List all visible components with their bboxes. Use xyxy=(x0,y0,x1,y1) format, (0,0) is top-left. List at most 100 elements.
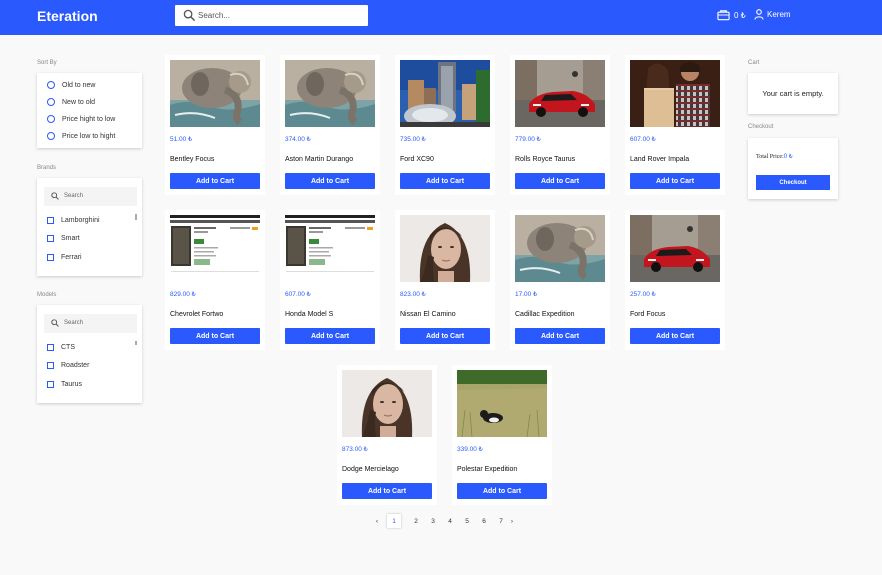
product-price: 735.00 ₺ xyxy=(400,136,426,143)
add-to-cart-button[interactable]: Add to Cart xyxy=(515,173,605,189)
product-price: 873.00 ₺ xyxy=(342,446,368,453)
brand-label: Ferrari xyxy=(61,254,82,261)
product-price: 607.00 ₺ xyxy=(285,291,311,298)
model-taurus[interactable]: Taurus xyxy=(47,381,82,388)
product-card[interactable]: 257.00 ₺ Ford Focus Add to Cart xyxy=(625,210,725,350)
cart-total: 0 ₺ xyxy=(734,10,746,20)
product-image[interactable] xyxy=(170,60,260,127)
checkout-panel: Total Price:0 ₺ Checkout xyxy=(748,138,838,199)
product-image[interactable] xyxy=(630,215,720,282)
wallet-icon xyxy=(717,10,730,21)
product-name[interactable]: Land Rover Impala xyxy=(630,156,689,163)
product-card[interactable]: 374.00 ₺ Aston Martin Durango Add to Car… xyxy=(280,55,380,195)
checkout-button[interactable]: Checkout xyxy=(756,175,830,190)
total-price: Total Price:0 ₺ xyxy=(756,153,793,160)
checkbox-icon xyxy=(47,217,54,224)
product-card[interactable]: 51.00 ₺ Bentley Focus Add to Cart xyxy=(165,55,265,195)
models-search[interactable]: Search xyxy=(44,314,137,333)
add-to-cart-button[interactable]: Add to Cart xyxy=(630,328,720,344)
product-card[interactable]: 873.00 ₺ Dodge Mercielago Add to Cart xyxy=(337,365,437,505)
product-name[interactable]: Chevrolet Fortwo xyxy=(170,311,223,318)
user-name: Kerem xyxy=(767,10,791,19)
logo[interactable]: Eteration xyxy=(37,8,98,24)
product-name[interactable]: Ford XC90 xyxy=(400,156,434,163)
product-name[interactable]: Ford Focus xyxy=(630,311,665,318)
brands-search-placeholder: Search xyxy=(64,193,84,199)
product-image[interactable] xyxy=(400,60,490,127)
pagination-next-icon[interactable]: › xyxy=(505,514,519,528)
model-cts[interactable]: CTS xyxy=(47,344,75,351)
brands-scrollbar[interactable] xyxy=(135,214,137,220)
add-to-cart-button[interactable]: Add to Cart xyxy=(170,328,260,344)
sort-option-new-to-old[interactable]: New to old xyxy=(47,98,95,106)
add-to-cart-button[interactable]: Add to Cart xyxy=(400,328,490,344)
product-image[interactable] xyxy=(285,215,375,282)
brands-search[interactable]: Search xyxy=(44,187,137,206)
add-to-cart-button[interactable]: Add to Cart xyxy=(170,173,260,189)
brands-title: Brands xyxy=(37,165,57,171)
add-to-cart-button[interactable]: Add to Cart xyxy=(630,173,720,189)
product-name[interactable]: Aston Martin Durango xyxy=(285,156,353,163)
models-scrollbar[interactable] xyxy=(135,341,137,345)
sort-option-label: Old to new xyxy=(62,81,96,89)
product-card[interactable]: 829.00 ₺ Chevrolet Fortwo Add to Cart xyxy=(165,210,265,350)
models-search-placeholder: Search xyxy=(64,320,84,326)
product-name[interactable]: Cadillac Expedition xyxy=(515,311,575,318)
top-header: Eteration 0 ₺ Kerem xyxy=(0,0,882,35)
page-2-button[interactable]: 2 xyxy=(409,514,423,528)
product-card[interactable]: 607.00 ₺ Honda Model S Add to Cart xyxy=(280,210,380,350)
header-user[interactable]: Kerem xyxy=(754,9,791,20)
checkbox-icon xyxy=(47,344,54,351)
sort-option-old-to-new[interactable]: Old to new xyxy=(47,81,95,89)
sort-option-price-high-low[interactable]: Price hight to low xyxy=(47,115,115,123)
add-to-cart-button[interactable]: Add to Cart xyxy=(342,483,432,499)
page-5-button[interactable]: 5 xyxy=(460,514,474,528)
product-card[interactable]: 17.00 ₺ Cadillac Expedition Add to Cart xyxy=(510,210,610,350)
product-name[interactable]: Rolls Royce Taurus xyxy=(515,156,575,163)
add-to-cart-button[interactable]: Add to Cart xyxy=(400,173,490,189)
product-card[interactable]: 823.00 ₺ Nissan El Camino Add to Cart xyxy=(395,210,495,350)
brand-lamborghini[interactable]: Lamborghini xyxy=(47,217,100,224)
product-image[interactable] xyxy=(342,370,432,437)
product-name[interactable]: Polestar Expedition xyxy=(457,466,517,473)
add-to-cart-button[interactable]: Add to Cart xyxy=(515,328,605,344)
product-image[interactable] xyxy=(170,215,260,282)
brand-label: Lamborghini xyxy=(61,217,100,224)
add-to-cart-button[interactable]: Add to Cart xyxy=(285,173,375,189)
product-image[interactable] xyxy=(515,60,605,127)
product-image[interactable] xyxy=(400,215,490,282)
model-roadster[interactable]: Roadster xyxy=(47,362,89,369)
product-image[interactable] xyxy=(457,370,547,437)
product-name[interactable]: Dodge Mercielago xyxy=(342,466,399,473)
product-image[interactable] xyxy=(630,60,720,127)
page-1-button[interactable]: 1 xyxy=(387,514,401,528)
add-to-cart-button[interactable]: Add to Cart xyxy=(457,483,547,499)
product-card[interactable]: 735.00 ₺ Ford XC90 Add to Cart xyxy=(395,55,495,195)
product-price: 607.00 ₺ xyxy=(630,136,656,143)
pagination-prev-icon[interactable]: ‹ xyxy=(370,514,384,528)
product-card[interactable]: 779.00 ₺ Rolls Royce Taurus Add to Cart xyxy=(510,55,610,195)
product-card[interactable]: 339.00 ₺ Polestar Expedition Add to Cart xyxy=(452,365,552,505)
product-name[interactable]: Nissan El Camino xyxy=(400,311,456,318)
product-image[interactable] xyxy=(515,215,605,282)
header-cart[interactable]: 0 ₺ xyxy=(717,9,746,21)
sort-option-price-low-high[interactable]: Price low to hight xyxy=(47,132,115,140)
product-name[interactable]: Bentley Focus xyxy=(170,156,214,163)
page-6-button[interactable]: 6 xyxy=(477,514,491,528)
model-label: Taurus xyxy=(61,381,83,388)
product-card[interactable]: 607.00 ₺ Land Rover Impala Add to Cart xyxy=(625,55,725,195)
radio-icon xyxy=(47,115,55,123)
page-3-button[interactable]: 3 xyxy=(426,514,440,528)
brand-ferrari[interactable]: Ferrari xyxy=(47,254,82,261)
sort-option-label: New to old xyxy=(62,98,96,106)
brands-panel: Search Lamborghini Smart Ferrari xyxy=(37,178,142,276)
product-image[interactable] xyxy=(285,60,375,127)
page-4-button[interactable]: 4 xyxy=(443,514,457,528)
header-search xyxy=(175,5,368,26)
brand-smart[interactable]: Smart xyxy=(47,235,80,242)
search-input[interactable] xyxy=(198,7,363,24)
cart-title: Cart xyxy=(748,60,760,66)
total-price-label: Total Price: xyxy=(756,154,784,160)
add-to-cart-button[interactable]: Add to Cart xyxy=(285,328,375,344)
product-name[interactable]: Honda Model S xyxy=(285,311,333,318)
